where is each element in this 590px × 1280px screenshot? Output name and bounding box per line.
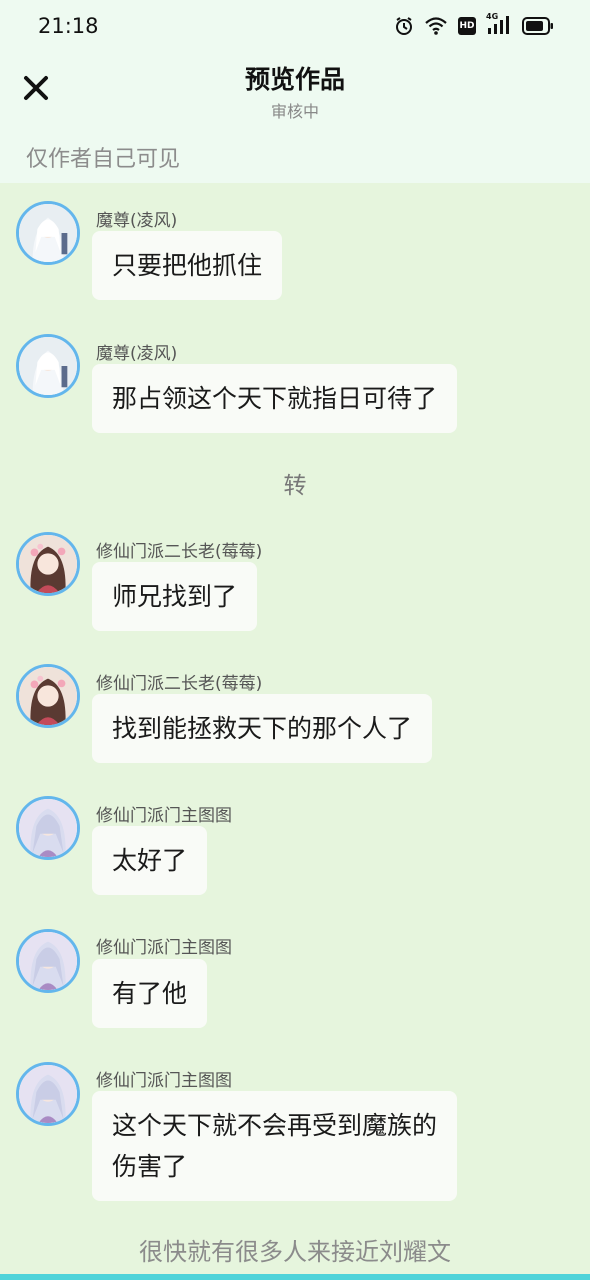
review-status: 审核中	[270, 102, 319, 121]
message-bubble: 有了他	[92, 959, 208, 1028]
avatar-silver-haired-master[interactable]	[16, 929, 80, 993]
message-bubble: 太好了	[92, 826, 208, 895]
message-line: 伤害了	[112, 1152, 188, 1181]
status-bar: 21:18 HD 4G	[0, 0, 590, 52]
status-icons: HD 4G	[394, 12, 554, 38]
sender-name: 修仙门派门主图图	[96, 806, 232, 826]
avatar-white-haired-man[interactable]	[16, 334, 80, 398]
signal-4g-icon: 4G	[486, 12, 512, 36]
message-bubble: 师兄找到了	[92, 562, 258, 631]
sender-name: 修仙门派门主图图	[96, 1071, 232, 1091]
avatar-woman-with-flowers[interactable]	[16, 532, 80, 596]
hd-icon: HD	[458, 17, 476, 35]
message-bubble: 只要把他抓住	[92, 231, 283, 300]
sender-name: 魔尊(凌风)	[96, 211, 178, 231]
wifi-icon	[424, 16, 448, 36]
avatar-silver-haired-master[interactable]	[16, 1062, 80, 1126]
sender-name: 魔尊(凌风)	[96, 344, 178, 364]
status-time: 21:18	[38, 14, 99, 38]
message-bubble: 这个天下就不会再受到魔族的 伤害了	[92, 1091, 458, 1201]
bottom-accent-strip	[0, 1274, 590, 1280]
next-line-preview: 很快就有很多人来接近刘耀文	[139, 1238, 451, 1266]
avatar-silver-haired-master[interactable]	[16, 796, 80, 860]
message-line: 这个天下就不会再受到魔族的	[112, 1111, 438, 1140]
avatar-woman-with-flowers[interactable]	[16, 664, 80, 728]
sender-name: 修仙门派二长老(莓莓)	[96, 674, 263, 694]
sender-name: 修仙门派门主图图	[96, 938, 232, 958]
page-title: 预览作品	[244, 65, 345, 94]
sender-name: 修仙门派二长老(莓莓)	[96, 542, 263, 562]
visibility-note: 仅作者自己可见	[26, 147, 181, 172]
message-bubble: 那占领这个天下就指日可待了	[92, 364, 458, 433]
alarm-icon	[394, 16, 414, 36]
battery-icon	[522, 17, 554, 35]
avatar-white-haired-man[interactable]	[16, 201, 80, 265]
scene-divider: 转	[283, 473, 307, 499]
message-bubble: 找到能拯救天下的那个人了	[92, 694, 433, 763]
